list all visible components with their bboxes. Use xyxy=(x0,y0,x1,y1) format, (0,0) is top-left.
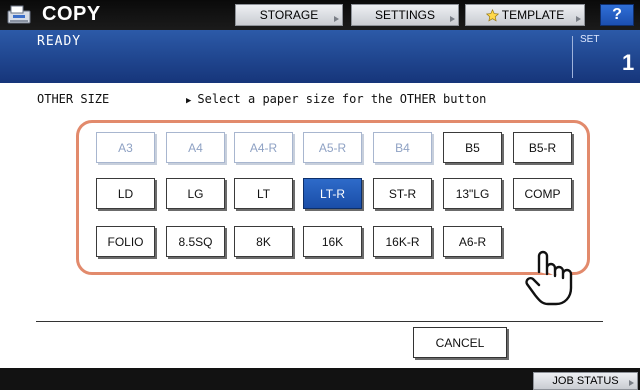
chevron-right-icon xyxy=(629,380,634,386)
cancel-button[interactable]: CANCEL xyxy=(413,327,507,358)
size-label: A4 xyxy=(188,140,203,155)
storage-label: STORAGE xyxy=(259,8,319,22)
help-button[interactable]: ? xyxy=(600,4,634,26)
size-button-8k[interactable]: 8K xyxy=(234,226,293,257)
job-status-label: JOB STATUS xyxy=(552,375,619,387)
size-label: B5-R xyxy=(528,140,557,155)
set-label: SET xyxy=(580,34,600,45)
size-button-b4: B4 xyxy=(373,132,432,163)
hand-pointer-icon xyxy=(525,250,573,306)
chevron-right-icon xyxy=(450,16,455,22)
size-label: A5-R xyxy=(318,140,347,155)
divider xyxy=(572,36,573,78)
divider-line xyxy=(36,321,603,322)
size-label: COMP xyxy=(524,186,561,201)
settings-button[interactable]: SETTINGS xyxy=(351,4,459,26)
size-button-a4-r: A4-R xyxy=(234,132,293,163)
status-bar: READY SET 1 xyxy=(0,30,640,83)
size-button-b5-r[interactable]: B5-R xyxy=(513,132,572,163)
size-label: 16K xyxy=(321,234,344,249)
size-label: FOLIO xyxy=(107,234,144,249)
instruction-label: Select a paper size for the OTHER button xyxy=(197,92,487,106)
star-icon xyxy=(485,8,499,22)
size-label: 8K xyxy=(256,234,271,249)
size-button-13lg[interactable]: 13"LG xyxy=(443,178,502,209)
size-button-a5-r: A5-R xyxy=(303,132,362,163)
size-label: A4-R xyxy=(249,140,278,155)
app-title: COPY xyxy=(42,3,101,25)
job-status-button[interactable]: JOB STATUS xyxy=(533,372,638,390)
size-button-a4: A4 xyxy=(166,132,225,163)
size-label: B5 xyxy=(465,140,480,155)
size-label: 8.5SQ xyxy=(178,234,213,249)
instruction-text: ▶ Select a paper size for the OTHER butto… xyxy=(186,92,486,106)
size-label: LT-R xyxy=(319,186,346,201)
section-label: OTHER SIZE xyxy=(37,92,110,106)
chevron-right-icon xyxy=(334,16,339,22)
size-label: A6-R xyxy=(458,234,487,249)
set-count: 1 xyxy=(622,50,635,75)
top-bar: COPY STORAGE SETTINGS TEMPLATE ? xyxy=(0,0,640,30)
size-button-lg[interactable]: LG xyxy=(166,178,225,209)
chevron-right-icon xyxy=(576,16,581,22)
size-button-lt-r[interactable]: LT-R xyxy=(303,178,362,209)
size-button-folio[interactable]: FOLIO xyxy=(96,226,155,257)
size-button-a6-r[interactable]: A6-R xyxy=(443,226,502,257)
storage-button[interactable]: STORAGE xyxy=(235,4,343,26)
triangle-right-icon: ▶ xyxy=(186,96,192,106)
size-button-16k[interactable]: 16K xyxy=(303,226,362,257)
size-label: LG xyxy=(187,186,204,201)
size-label: B4 xyxy=(395,140,410,155)
size-button-a3: A3 xyxy=(96,132,155,163)
size-button-lt[interactable]: LT xyxy=(234,178,293,209)
size-label: 16K-R xyxy=(385,234,420,249)
help-icon: ? xyxy=(612,6,622,23)
cancel-label: CANCEL xyxy=(435,335,485,350)
size-label: ST-R xyxy=(388,186,417,201)
size-button-b5[interactable]: B5 xyxy=(443,132,502,163)
template-label: TEMPLATE xyxy=(501,8,565,22)
size-button-comp[interactable]: COMP xyxy=(513,178,572,209)
size-label: 13"LG xyxy=(455,186,490,201)
status-text: READY xyxy=(37,34,82,49)
size-button-ld[interactable]: LD xyxy=(96,178,155,209)
template-button[interactable]: TEMPLATE xyxy=(465,4,585,26)
size-label: LD xyxy=(117,186,134,201)
size-button-8-5sq[interactable]: 8.5SQ xyxy=(166,226,225,257)
size-label: A3 xyxy=(118,140,133,155)
size-button-st-r[interactable]: ST-R xyxy=(373,178,432,209)
copy-machine-icon xyxy=(7,5,31,24)
size-button-16k-r[interactable]: 16K-R xyxy=(373,226,432,257)
settings-label: SETTINGS xyxy=(374,8,435,22)
size-label: LT xyxy=(256,186,271,201)
